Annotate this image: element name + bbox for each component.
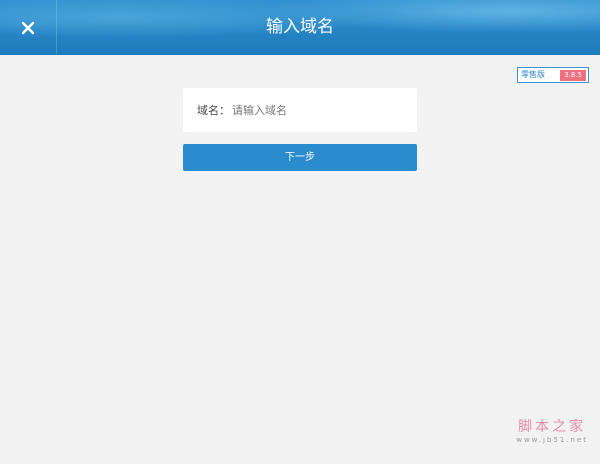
watermark-url: www.jb51.net [516,436,588,444]
next-step-button[interactable]: 下一步 [183,144,417,171]
edition-label: 零售版 [521,70,545,79]
watermark-text: 脚本之家 [518,419,587,435]
page-title: 输入域名 [266,17,334,37]
version-badge: 零售版 3.8.5 [517,67,589,83]
version-number: 3.8.5 [560,69,586,81]
domain-input[interactable] [232,103,392,117]
close-button[interactable] [0,0,57,55]
domain-field: 域名： [183,88,417,132]
watermark: 脚本之家 www.jb51.net [516,416,588,444]
header-bar: 输入域名 [0,0,600,55]
close-icon [21,21,35,34]
domain-label: 域名： [197,104,230,117]
